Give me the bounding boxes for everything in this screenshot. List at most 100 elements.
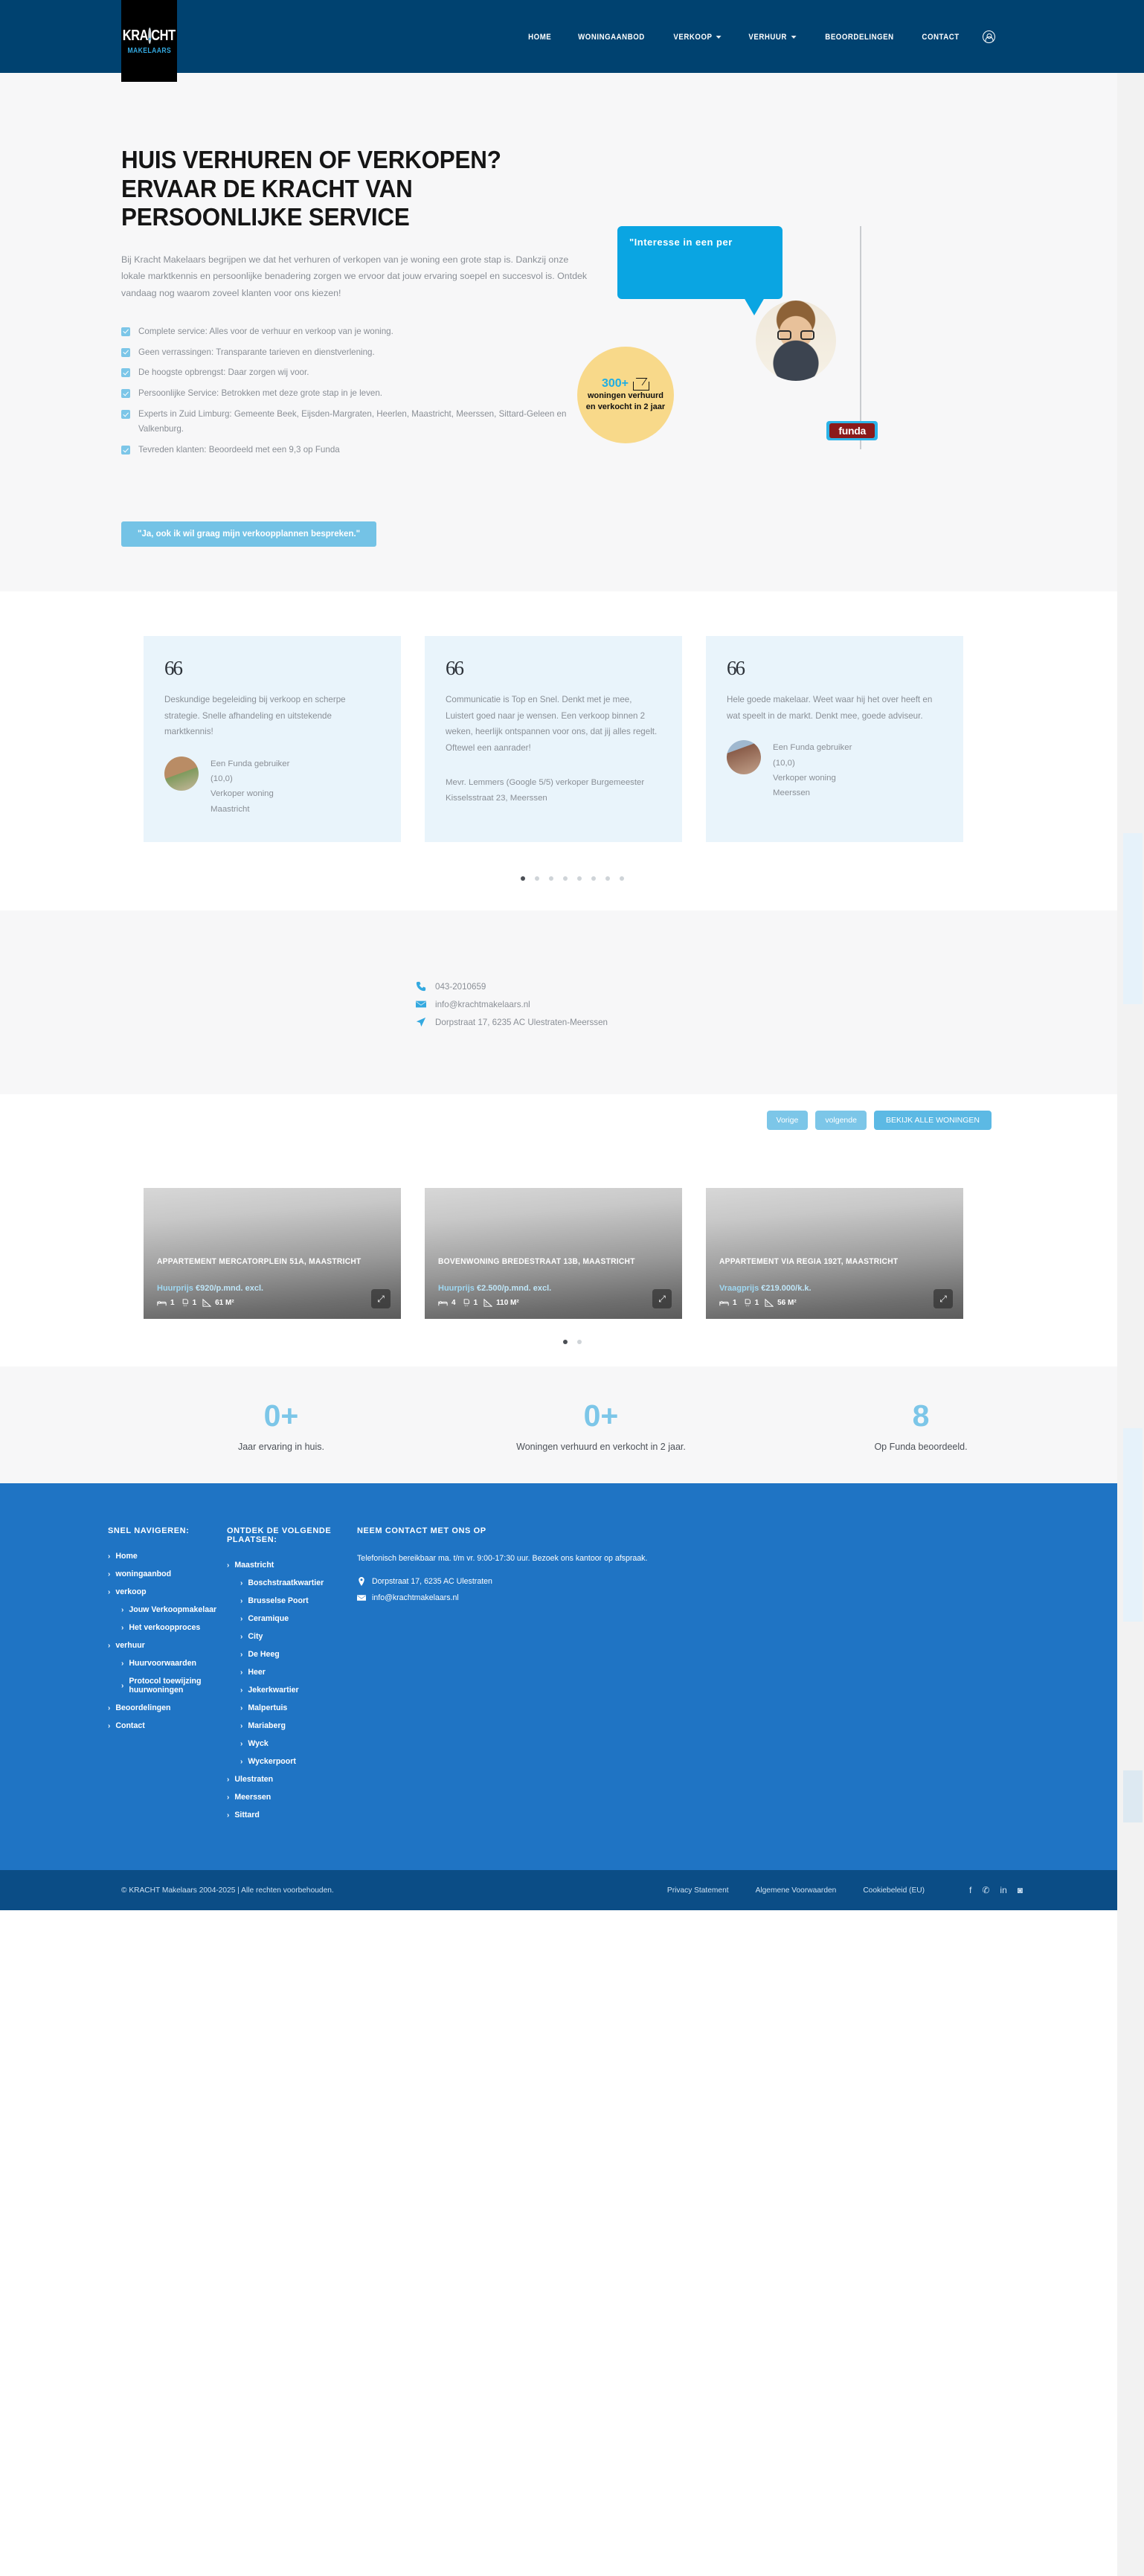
quote-icon: 66 — [446, 657, 464, 680]
linkedin-icon[interactable]: in — [1000, 1885, 1006, 1895]
terms-link[interactable]: Algemene Voorwaarden — [756, 1886, 837, 1895]
spec-baths: 1 — [181, 1299, 197, 1307]
carousel-dot[interactable] — [605, 876, 610, 881]
footer-place-wyck[interactable]: › Wyck — [227, 1739, 357, 1748]
shower-icon — [745, 1299, 751, 1307]
nav-item-verhuur[interactable]: VERHUUR — [749, 33, 797, 42]
spec-area: 61 M² — [202, 1299, 234, 1307]
stat-label: Op Funda beoordeeld. — [874, 1442, 968, 1452]
footer-place-de-heeg[interactable]: › De Heeg — [227, 1650, 357, 1659]
chevron-right-icon: › — [240, 1739, 243, 1748]
footer-place-jekerkwartier[interactable]: › Jekerkwartier — [227, 1686, 357, 1695]
logo[interactable]: KRA.CHT MAKELAARS — [121, 0, 177, 82]
footer-place-heer[interactable]: › Heer — [227, 1668, 357, 1677]
checklist-text: Geen verrassingen: Transparante tarieven… — [138, 347, 375, 357]
contact-email-row[interactable]: info@krachtmakelaars.nl — [416, 999, 728, 1009]
footer-place-maastricht[interactable]: › Maastricht — [227, 1561, 357, 1570]
chevron-right-icon: › — [240, 1596, 243, 1605]
footer-place-boschstraatkwartier[interactable]: › Boschstraatkwartier — [227, 1578, 357, 1587]
footer-link-verhuur[interactable]: › verhuur — [108, 1641, 227, 1650]
footer-place-city[interactable]: › City — [227, 1632, 357, 1641]
expand-icon[interactable]: ⤢ — [933, 1289, 953, 1308]
account-circle-icon[interactable] — [983, 30, 995, 43]
footer-address-row[interactable]: Dorpstraat 17, 6235 AC Ulestraten — [357, 1577, 774, 1586]
instagram-icon[interactable]: ◙ — [1018, 1885, 1023, 1895]
contact-phone-row[interactable]: 043-2010659 — [416, 981, 728, 992]
nav-item-contact[interactable]: CONTACT — [922, 33, 959, 42]
footer-place-ulestraten[interactable]: › Ulestraten — [227, 1775, 357, 1784]
nav-item-woningaanbod[interactable]: WONINGAANBOD — [578, 33, 645, 42]
checklist-text: Experts in Zuid Limburg: Gemeente Beek, … — [138, 409, 567, 434]
privacy-statement-link[interactable]: Privacy Statement — [667, 1886, 729, 1895]
chevron-right-icon: › — [227, 1811, 230, 1819]
cta-button[interactable]: "Ja, ook ik wil graag mijn verkoopplanne… — [121, 521, 377, 547]
footer-place-sittard[interactable]: › Sittard — [227, 1811, 357, 1819]
property-card[interactable]: BOVENWONING BREDESTRAAT 13B, MAASTRICHT … — [425, 1188, 682, 1319]
footer-link-het-verkoopproces[interactable]: › Het verkoopproces — [108, 1623, 227, 1632]
right-edge-strip — [1117, 0, 1144, 2576]
chevron-right-icon: › — [240, 1650, 243, 1659]
vertical-divider — [860, 226, 861, 449]
property-card[interactable]: APPARTEMENT MERCATORPLEIN 51A, MAASTRICH… — [144, 1188, 401, 1319]
footer-place-mariaberg[interactable]: › Mariaberg — [227, 1721, 357, 1730]
stat-item: 0+ Jaar ervaring in huis. — [121, 1401, 441, 1453]
footer-link-protocol-toewijzing[interactable]: › Protocol toewijzing huurwoningen — [108, 1677, 227, 1695]
contact-strip: 043-2010659 info@krachtmakelaars.nl Dorp… — [0, 910, 1144, 1094]
price-label: Huurprijs — [157, 1284, 193, 1293]
footer-link-verkoop[interactable]: › verkoop — [108, 1587, 227, 1596]
carousel-dot[interactable] — [576, 876, 582, 881]
expand-icon[interactable]: ⤢ — [652, 1289, 672, 1308]
footer-link-beoordelingen[interactable]: › Beoordelingen — [108, 1703, 227, 1712]
facebook-icon[interactable]: f — [969, 1885, 971, 1895]
chevron-right-icon: › — [240, 1686, 243, 1695]
spec-beds: 1 — [719, 1299, 737, 1307]
prev-button[interactable]: Vorige — [766, 1111, 809, 1130]
carousel-dot[interactable] — [548, 876, 553, 881]
chevron-right-icon: › — [108, 1587, 111, 1596]
testimonial-body: Communicatie is Top en Snel. Denkt met j… — [446, 695, 658, 753]
carousel-dot[interactable] — [576, 1340, 582, 1344]
carousel-dot[interactable] — [562, 876, 568, 881]
next-button[interactable]: volgende — [815, 1111, 867, 1130]
carousel-dot[interactable] — [591, 876, 596, 881]
carousel-dot[interactable] — [562, 1340, 568, 1344]
footer-place-brusselse-poort[interactable]: › Brusselse Poort — [227, 1596, 357, 1605]
footer-link-label: Jouw Verkoopmakelaar — [129, 1605, 217, 1614]
testimonial-role: Verkoper woning — [773, 773, 836, 783]
footer-link-woningaanbod[interactable]: › woningaanbod — [108, 1570, 227, 1578]
footer-email-row[interactable]: info@krachtmakelaars.nl — [357, 1593, 774, 1602]
footer-place-malpertuis[interactable]: › Malpertuis — [227, 1703, 357, 1712]
contact-list: 043-2010659 info@krachtmakelaars.nl Dorp… — [416, 981, 728, 1027]
nav-item-home[interactable]: HOME — [528, 33, 551, 42]
nav-item-beoordelingen[interactable]: BEOORDELINGEN — [825, 33, 893, 42]
footer-place-ceramique[interactable]: › Ceramique — [227, 1614, 357, 1623]
cookie-policy-link[interactable]: Cookiebeleid (EU) — [863, 1886, 925, 1895]
footer-place-meerssen[interactable]: › Meerssen — [227, 1793, 357, 1802]
footer-link-jouw-verkoopmakelaar[interactable]: › Jouw Verkoopmakelaar — [108, 1605, 227, 1614]
carousel-dot[interactable] — [534, 876, 539, 881]
chevron-right-icon: › — [227, 1561, 230, 1570]
nav-item-verkoop[interactable]: VERKOOP — [673, 33, 722, 42]
contact-address-row[interactable]: Dorpstraat 17, 6235 AC Ulestraten-Meerss… — [416, 1017, 728, 1027]
expand-icon[interactable]: ⤢ — [371, 1289, 391, 1308]
carousel-dot[interactable] — [619, 876, 624, 881]
baths-count: 1 — [754, 1299, 759, 1307]
avatar — [164, 756, 199, 791]
footer-grid: SNEL NAVIGEREN: › Home › woningaanbod › ver… — [0, 1526, 1144, 1828]
view-all-listings-button[interactable]: BEKIJK ALLE WONINGEN — [873, 1111, 992, 1130]
page-root: KRA.CHT MAKELAARS HOME WONINGAANBOD VERK… — [0, 0, 1144, 2576]
footer-link-label: Meerssen — [234, 1793, 271, 1802]
property-specs: 4 1 110 M² — [438, 1299, 669, 1307]
property-card[interactable]: APPARTEMENT VIA REGIA 192T, MAASTRICHT V… — [706, 1188, 963, 1319]
footer-link-huurvoorwaarden[interactable]: › Huurvoorwaarden — [108, 1659, 227, 1668]
footer-link-home[interactable]: › Home — [108, 1552, 227, 1561]
whatsapp-icon[interactable]: ✆ — [982, 1885, 989, 1895]
carousel-dot[interactable] — [520, 876, 525, 881]
baths-count: 1 — [192, 1299, 197, 1307]
footer-link-contact[interactable]: › Contact — [108, 1721, 227, 1730]
social-links: f ✆ in ◙ — [969, 1885, 1023, 1895]
footer-link-label: De Heeg — [248, 1650, 280, 1659]
testimonial-rating: (10,0) — [211, 774, 233, 784]
footer-place-wyckerpoort[interactable]: › Wyckerpoort — [227, 1757, 357, 1766]
spec-area: 56 M² — [765, 1299, 797, 1307]
